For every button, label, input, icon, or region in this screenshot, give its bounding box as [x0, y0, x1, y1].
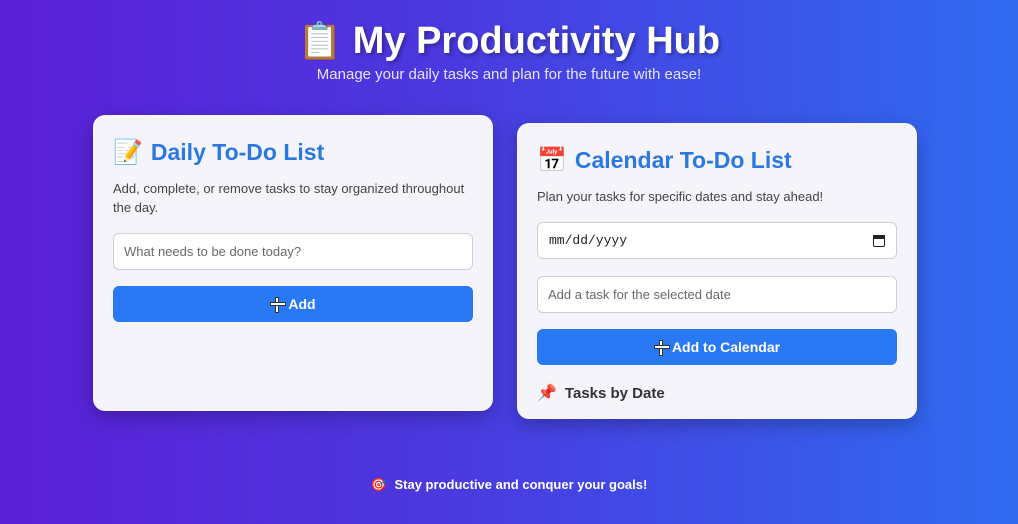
add-to-calendar-button-label: Add to Calendar: [671, 339, 781, 355]
pushpin-icon: 📌: [537, 385, 557, 402]
footer-text: Stay productive and conquer your goals!: [394, 477, 648, 492]
calendar-card-title: 📅 Calendar To-Do List: [537, 145, 897, 175]
page-title: 📋 My Productivity Hub: [298, 18, 720, 64]
daily-todo-card: 📝 Daily To-Do List Add, complete, or rem…: [93, 115, 493, 411]
add-to-calendar-button[interactable]: Add to Calendar: [537, 329, 897, 365]
daily-card-title: 📝 Daily To-Do List: [113, 137, 473, 167]
calendar-card-description: Plan your tasks for specific dates and s…: [537, 189, 824, 204]
calendar-task-input[interactable]: [537, 276, 897, 313]
calendar-todo-card: 📅 Calendar To-Do List Plan your tasks fo…: [517, 123, 917, 419]
daily-task-input[interactable]: [113, 233, 473, 270]
date-input-placeholder: mm/dd/yyyy: [549, 233, 628, 248]
daily-card-description: Add, complete, or remove tasks to stay o…: [113, 181, 465, 215]
clipboard-icon: 📋: [297, 20, 343, 61]
daily-add-button[interactable]: Add: [113, 286, 473, 322]
tasks-by-date-heading: 📌 Tasks by Date: [537, 383, 897, 403]
plus-icon: [270, 297, 287, 313]
daily-card-title-text: Daily To-Do List: [150, 138, 325, 165]
date-picker-icon[interactable]: [873, 234, 885, 247]
app-header: 📋 My Productivity Hub Manage your daily …: [0, 18, 1018, 84]
calendar-card-title-text: Calendar To-Do List: [574, 146, 792, 173]
memo-icon: 📝: [113, 138, 143, 166]
calendar-icon: 📅: [537, 146, 567, 174]
target-icon: 🎯: [370, 477, 387, 492]
tasks-by-date-heading-text: Tasks by Date: [564, 384, 665, 402]
footer-message: 🎯 Stay productive and conquer your goals…: [0, 477, 1018, 493]
date-input[interactable]: mm/dd/yyyy: [537, 222, 897, 259]
daily-add-button-label: Add: [288, 296, 316, 312]
page-subtitle: Manage your daily tasks and plan for the…: [316, 66, 702, 83]
plus-icon: [653, 340, 670, 356]
page-title-text: My Productivity Hub: [352, 19, 721, 62]
